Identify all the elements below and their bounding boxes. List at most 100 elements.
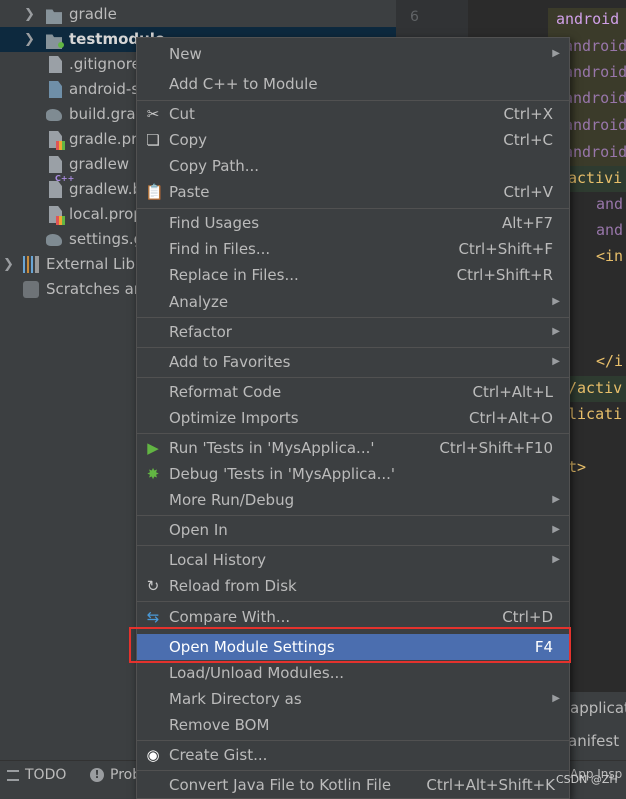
- annotation-highlight-box: [129, 627, 571, 663]
- menu-item-copy[interactable]: ❏ Copy Ctrl+C: [137, 127, 569, 153]
- text-file-icon: [49, 181, 62, 198]
- github-icon: ◉: [146, 746, 160, 764]
- chevron-right-icon[interactable]: ❯: [24, 27, 36, 52]
- menu-item-mark-directory-as[interactable]: Mark Directory as ▶: [137, 686, 569, 712]
- menu-separator: [137, 740, 569, 741]
- menu-item-run-tests[interactable]: ▶ Run 'Tests in 'MysApplica...' Ctrl+Shi…: [137, 435, 569, 461]
- tree-item-label: local.prop: [69, 205, 143, 223]
- folder-icon: [46, 9, 62, 24]
- menu-item-reformat-code[interactable]: Reformat Code Ctrl+Alt+L: [137, 379, 569, 405]
- menu-item-label: Optimize Imports: [169, 409, 299, 427]
- submenu-arrow-icon: ▶: [552, 356, 560, 367]
- menu-item-label: Open In: [169, 521, 228, 539]
- tree-item-label: gradle.pr: [69, 130, 138, 148]
- menu-item-label: Load/Unload Modules...: [169, 664, 345, 682]
- menu-item-convert-java-to-kotlin[interactable]: Convert Java File to Kotlin File Ctrl+Al…: [137, 772, 569, 798]
- menu-item-label: More Run/Debug: [169, 491, 295, 509]
- code-line: and: [596, 221, 624, 239]
- gradle-icon: [46, 234, 62, 246]
- menu-item-label: Copy Path...: [169, 157, 260, 175]
- chevron-right-icon[interactable]: ❯: [24, 2, 36, 27]
- watermark: CSDN @ZH: [556, 773, 618, 786]
- reload-icon: ↻: [146, 577, 160, 595]
- tree-item-label: Scratches an: [46, 280, 144, 298]
- menu-item-label: Find in Files...: [169, 240, 271, 258]
- code-line: </i: [596, 352, 624, 370]
- menu-separator: [137, 433, 569, 434]
- menu-item-copy-path[interactable]: Copy Path...: [137, 153, 569, 179]
- menu-item-debug-tests[interactable]: ✸ Debug 'Tests in 'MysApplica...': [137, 461, 569, 487]
- panel-item[interactable]: applicat: [570, 699, 626, 717]
- code-line: android: [564, 143, 626, 161]
- menu-item-reload-from-disk[interactable]: ↻ Reload from Disk: [137, 573, 569, 599]
- menu-item-more-run-debug[interactable]: More Run/Debug ▶: [137, 487, 569, 513]
- tree-item-gradle[interactable]: ❯ gradle: [0, 2, 396, 27]
- menu-item-cut[interactable]: ✂ Cut Ctrl+X: [137, 101, 569, 127]
- menu-item-remove-bom[interactable]: Remove BOM: [137, 712, 569, 738]
- menu-item-label: Local History: [169, 551, 267, 569]
- zip-file-icon: [49, 81, 62, 98]
- menu-item-label: Remove BOM: [169, 716, 270, 734]
- menu-separator: [137, 601, 569, 602]
- menu-separator: [137, 208, 569, 209]
- properties-badge-icon: [56, 216, 65, 225]
- menu-separator: [137, 317, 569, 318]
- code-line: activi: [568, 169, 623, 187]
- menu-item-paste[interactable]: 📋 Paste Ctrl+V: [137, 179, 569, 205]
- menu-item-label: Replace in Files...: [169, 266, 299, 284]
- menu-item-label: Analyze: [169, 293, 229, 311]
- todo-icon: [7, 770, 19, 781]
- submenu-arrow-icon: ▶: [552, 494, 560, 505]
- menu-item-replace-in-files[interactable]: Replace in Files... Ctrl+Shift+R: [137, 262, 569, 288]
- menu-item-label: Add C++ to Module: [169, 75, 318, 93]
- menu-item-find-in-files[interactable]: Find in Files... Ctrl+Shift+F: [137, 236, 569, 262]
- menu-item-new[interactable]: New ▶: [137, 41, 569, 67]
- gradle-icon: [46, 109, 62, 121]
- code-line: android: [564, 89, 626, 107]
- menu-item-optimize-imports[interactable]: Optimize Imports Ctrl+Alt+O: [137, 405, 569, 431]
- scratches-icon: [23, 281, 39, 298]
- code-line: /activ: [568, 379, 623, 397]
- menu-item-create-gist[interactable]: ◉ Create Gist...: [137, 742, 569, 768]
- menu-item-open-in[interactable]: Open In ▶: [137, 517, 569, 543]
- menu-item-load-unload-modules[interactable]: Load/Unload Modules...: [137, 660, 569, 686]
- code-line: android: [564, 37, 626, 55]
- menu-separator: [137, 347, 569, 348]
- tree-item-label: build.grad: [69, 105, 146, 123]
- problems-icon: !: [90, 768, 104, 782]
- menu-separator: [137, 515, 569, 516]
- tree-item-label: gradlew: [69, 155, 130, 173]
- menu-item-label: New: [169, 45, 202, 63]
- properties-badge-icon: [56, 141, 65, 150]
- menu-item-local-history[interactable]: Local History ▶: [137, 547, 569, 573]
- paste-icon: 📋: [145, 183, 164, 201]
- ignore-file-icon: [49, 56, 62, 73]
- scissors-icon: ✂: [146, 105, 160, 123]
- menu-item-label: Reformat Code: [169, 383, 282, 401]
- run-icon: ▶: [147, 439, 159, 457]
- submenu-arrow-icon: ▶: [552, 48, 560, 59]
- todo-tab[interactable]: TODO: [25, 767, 66, 783]
- menu-item-analyze[interactable]: Analyze ▶: [137, 289, 569, 315]
- submenu-arrow-icon: ▶: [552, 693, 560, 704]
- panel-item[interactable]: anifest: [568, 732, 619, 750]
- tree-item-label: settings.g: [69, 230, 144, 248]
- code-line: t>: [568, 458, 587, 476]
- menu-item-shortcut: Ctrl+C: [503, 131, 553, 149]
- menu-item-add-cpp-to-module[interactable]: Add C++ to Module: [137, 71, 569, 97]
- code-line: android: [564, 63, 626, 81]
- code-line: android: [556, 10, 620, 28]
- menu-item-find-usages[interactable]: Find Usages Alt+F7: [137, 210, 569, 236]
- menu-separator: [137, 545, 569, 546]
- menu-item-shortcut: Ctrl+Alt+L: [472, 383, 554, 401]
- chevron-right-icon[interactable]: ❯: [3, 252, 15, 277]
- tree-item-label: External Libra: [46, 255, 151, 273]
- menu-item-shortcut: Ctrl+X: [503, 105, 553, 123]
- menu-item-refactor[interactable]: Refactor ▶: [137, 319, 569, 345]
- menu-item-shortcut: Ctrl+Shift+F10: [439, 439, 553, 457]
- menu-item-add-to-favorites[interactable]: Add to Favorites ▶: [137, 349, 569, 375]
- context-menu: New ▶ Add C++ to Module ✂ Cut Ctrl+X ❏ C…: [136, 37, 570, 799]
- submenu-arrow-icon: ▶: [552, 326, 560, 337]
- tree-item-label: .gitignore: [69, 55, 141, 73]
- tree-item-label: gradle: [69, 5, 117, 23]
